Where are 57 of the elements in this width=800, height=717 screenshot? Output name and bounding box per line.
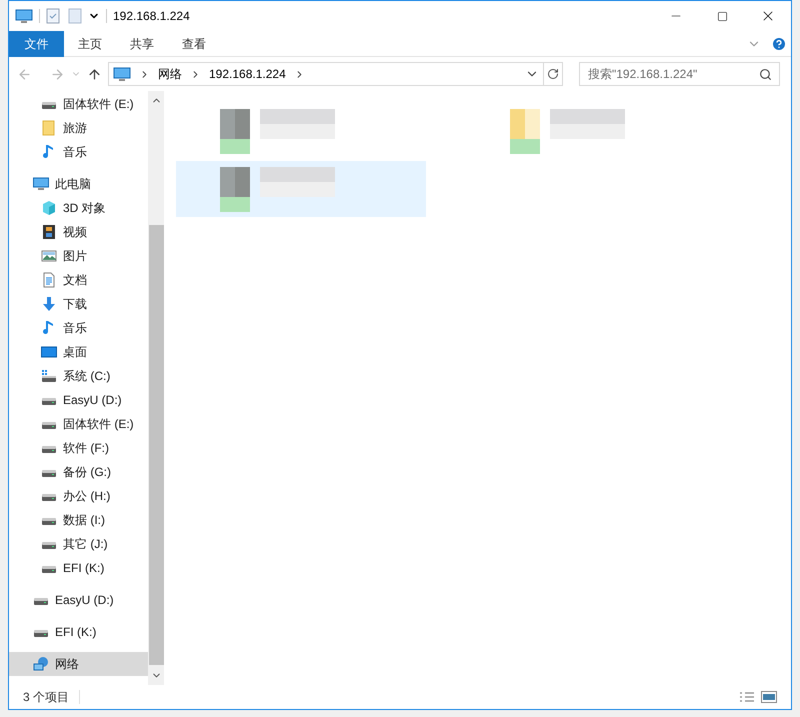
nav-item[interactable]: 系统 (C:) xyxy=(9,364,148,388)
ribbon-tab[interactable]: 文件 xyxy=(9,30,64,56)
nav-item[interactable]: EasyU (D:) xyxy=(9,588,148,612)
help-icon[interactable] xyxy=(771,36,787,52)
address-segment[interactable]: 网络 xyxy=(158,65,182,83)
properties-icon[interactable] xyxy=(46,8,60,24)
nav-item[interactable]: 数据 (I:) xyxy=(9,508,148,532)
nav-item[interactable]: 固体软件 (E:) xyxy=(9,412,148,436)
nav-item[interactable]: 此电脑 xyxy=(9,172,148,196)
nav-item[interactable]: 音乐 xyxy=(9,316,148,340)
nav-item[interactable]: 办公 (H:) xyxy=(9,484,148,508)
nav-item[interactable]: 3D 对象 xyxy=(9,196,148,220)
window-title: 192.168.1.224 xyxy=(113,8,190,25)
nav-item[interactable]: 文档 xyxy=(9,268,148,292)
nav-item[interactable]: 下载 xyxy=(9,292,148,316)
document-icon xyxy=(41,272,57,288)
nav-item[interactable]: 图片 xyxy=(9,244,148,268)
nav-item[interactable]: 旅游 xyxy=(9,116,148,140)
nav-item[interactable]: EFI (K:) xyxy=(9,620,148,644)
nav-item[interactable]: 桌面 xyxy=(9,340,148,364)
maximize-icon[interactable] xyxy=(716,10,728,22)
ribbon-tab[interactable]: 共享 xyxy=(116,30,168,56)
ribbon-tab[interactable]: 查看 xyxy=(168,30,220,56)
film-icon xyxy=(41,224,57,240)
nav-item[interactable]: 备份 (G:) xyxy=(9,460,148,484)
scrollbar-thumb[interactable] xyxy=(148,225,164,665)
large-icons-view-icon[interactable] xyxy=(761,691,777,703)
details-view-icon[interactable] xyxy=(739,691,755,703)
refresh-button[interactable] xyxy=(543,62,563,86)
nav-item[interactable]: EasyU (D:) xyxy=(9,388,148,412)
picture-icon xyxy=(41,248,57,264)
scrollbar[interactable] xyxy=(148,91,164,685)
item-count: 3 个项目 xyxy=(23,689,70,706)
nav-item[interactable]: 其它 (J:) xyxy=(9,532,148,556)
address-segment[interactable]: 192.168.1.224 xyxy=(209,65,286,83)
ribbon-tab[interactable]: 主页 xyxy=(64,30,116,56)
nav-item[interactable]: 网络 xyxy=(9,652,148,676)
nav-item[interactable]: 音乐 xyxy=(9,140,148,164)
desktop-icon xyxy=(41,344,57,360)
nav-item[interactable]: EFI (K:) xyxy=(9,556,148,580)
nav-item[interactable]: 软件 (F:) xyxy=(9,436,148,460)
address-bar[interactable]: 网络 192.168.1.224 xyxy=(108,62,544,86)
nav-item[interactable]: 固体软件 (E:) xyxy=(9,92,148,116)
cube-icon xyxy=(41,200,57,216)
search-icon[interactable] xyxy=(759,68,772,81)
nav-item[interactable]: 视频 xyxy=(9,220,148,244)
computer-icon xyxy=(113,66,131,82)
computer-icon xyxy=(15,8,33,24)
computer-icon xyxy=(33,176,49,192)
search-field[interactable]: 搜索"192.168.1.224" xyxy=(579,62,780,86)
network-icon xyxy=(33,656,49,672)
down-arrow-icon xyxy=(41,296,57,312)
network-share-item[interactable] xyxy=(176,161,426,217)
folder-icon xyxy=(41,120,57,136)
system-drive-icon xyxy=(41,368,57,384)
up-icon[interactable] xyxy=(87,66,102,82)
refresh-icon[interactable] xyxy=(547,68,559,80)
